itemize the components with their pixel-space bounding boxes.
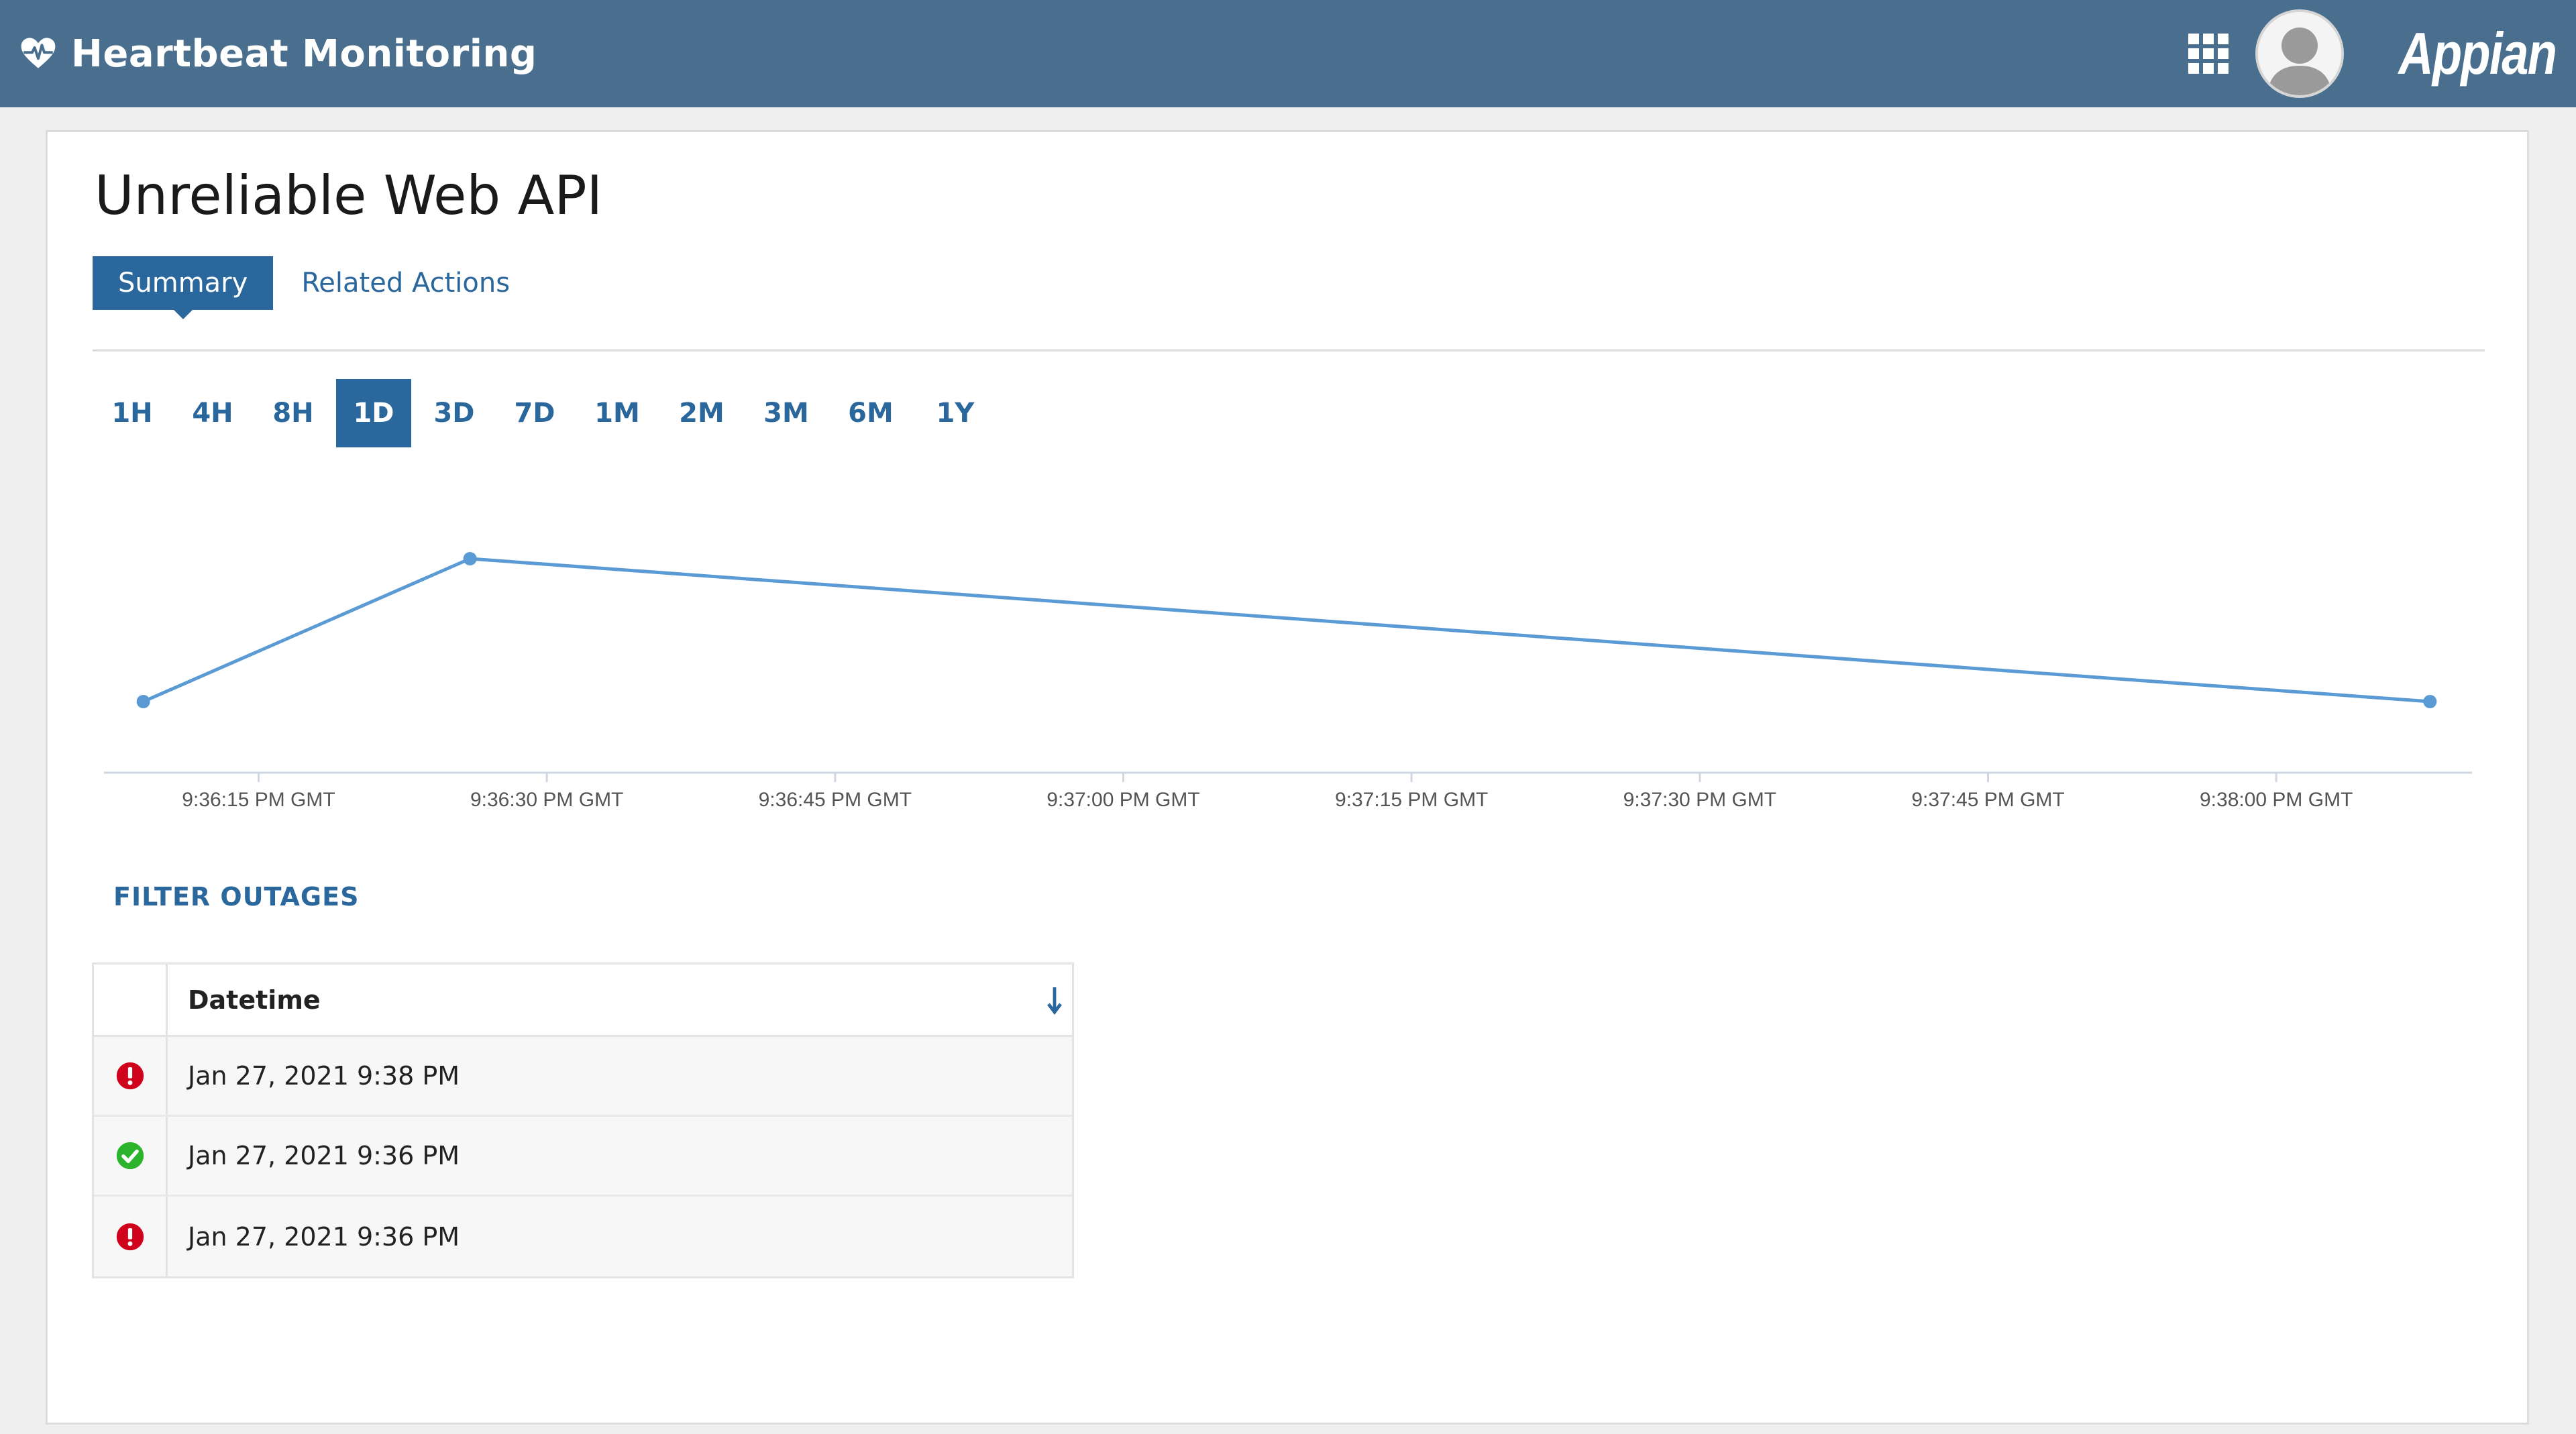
outages-grid: Datetime Jan 27, 2021 9:38 PM Jan 27, 20… (92, 962, 1074, 1278)
time-range-selector: 1H 4H 8H 1D 3D 7D 1M 2M 3M 6M 1Y (95, 379, 1000, 447)
range-8h[interactable]: 8H (256, 379, 331, 447)
range-6m[interactable]: 6M (831, 379, 910, 447)
top-navigation-bar: Heartbeat Monitoring Appian (0, 0, 2576, 107)
status-cell (94, 1117, 168, 1195)
error-icon (116, 1223, 144, 1250)
record-card: Unreliable Web API Summary Related Actio… (46, 130, 2529, 1425)
x-tick-label: 9:37:30 PM GMT (1623, 789, 1776, 811)
status-cell (94, 1037, 168, 1115)
divider (93, 349, 2485, 351)
table-row[interactable]: Jan 27, 2021 9:36 PM (94, 1117, 1072, 1197)
app-title: Heartbeat Monitoring (71, 32, 537, 76)
x-tick-label: 9:37:15 PM GMT (1335, 789, 1488, 811)
range-1y[interactable]: 1Y (916, 379, 995, 447)
x-tick-label: 9:38:00 PM GMT (2200, 789, 2353, 811)
table-row[interactable]: Jan 27, 2021 9:36 PM (94, 1197, 1072, 1276)
x-tick-label: 9:37:45 PM GMT (1911, 789, 2064, 811)
error-icon (116, 1062, 144, 1090)
x-tick-label: 9:37:00 PM GMT (1046, 789, 1199, 811)
app-grid-icon[interactable] (2188, 34, 2229, 74)
x-tick-label: 9:36:45 PM GMT (759, 789, 912, 811)
x-tick-label: 9:36:15 PM GMT (182, 789, 335, 811)
tab-summary[interactable]: Summary (93, 256, 274, 319)
range-4h[interactable]: 4H (175, 379, 250, 447)
filter-outages-link[interactable]: FILTER OUTAGES (113, 882, 359, 912)
series-line (142, 557, 2430, 704)
app-brand[interactable]: Heartbeat Monitoring (19, 32, 537, 76)
range-2m[interactable]: 2M (662, 379, 741, 447)
record-tabs: Summary Related Actions (93, 256, 535, 319)
datetime-column-header[interactable]: Datetime (168, 964, 1072, 1035)
range-1d[interactable]: 1D (336, 379, 411, 447)
grid-header: Datetime (94, 964, 1072, 1037)
table-row[interactable]: Jan 27, 2021 9:38 PM (94, 1037, 1072, 1117)
check-circle-icon (116, 1142, 144, 1170)
appian-logo[interactable]: Appian (2398, 19, 2557, 88)
datetime-header-label: Datetime (188, 985, 321, 1015)
datetime-cell: Jan 27, 2021 9:38 PM (188, 1061, 460, 1091)
range-1m[interactable]: 1M (578, 379, 657, 447)
tab-related-actions[interactable]: Related Actions (273, 256, 535, 310)
range-3m[interactable]: 3M (747, 379, 826, 447)
data-point (136, 695, 150, 708)
datetime-cell: Jan 27, 2021 9:36 PM (188, 1221, 460, 1252)
user-silhouette-icon (2257, 12, 2341, 95)
data-point (2423, 695, 2437, 708)
range-1h[interactable]: 1H (95, 379, 170, 447)
sort-descending-icon[interactable] (1045, 985, 1064, 1017)
range-7d[interactable]: 7D (497, 379, 572, 447)
data-point (463, 552, 477, 565)
status-column-header (94, 964, 168, 1035)
x-tick-label: 9:36:30 PM GMT (470, 789, 623, 811)
range-3d[interactable]: 3D (417, 379, 492, 447)
status-cell (94, 1197, 168, 1276)
user-avatar[interactable] (2255, 9, 2344, 98)
page-title: Unreliable Web API (95, 164, 603, 227)
datetime-cell: Jan 27, 2021 9:36 PM (188, 1141, 460, 1170)
heart-pulse-icon (21, 38, 56, 68)
